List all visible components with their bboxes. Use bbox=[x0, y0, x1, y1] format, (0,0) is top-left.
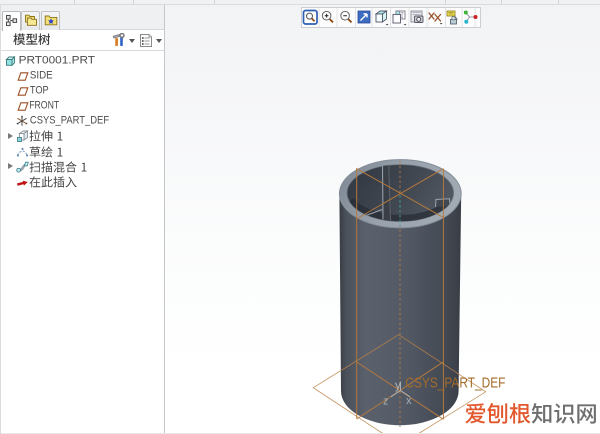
svg-text:CSYS_PART_DEF: CSYS_PART_DEF bbox=[405, 376, 505, 392]
svg-text:x: x bbox=[406, 395, 412, 407]
svg-text:y: y bbox=[395, 380, 401, 392]
svg-text:z: z bbox=[383, 396, 389, 408]
